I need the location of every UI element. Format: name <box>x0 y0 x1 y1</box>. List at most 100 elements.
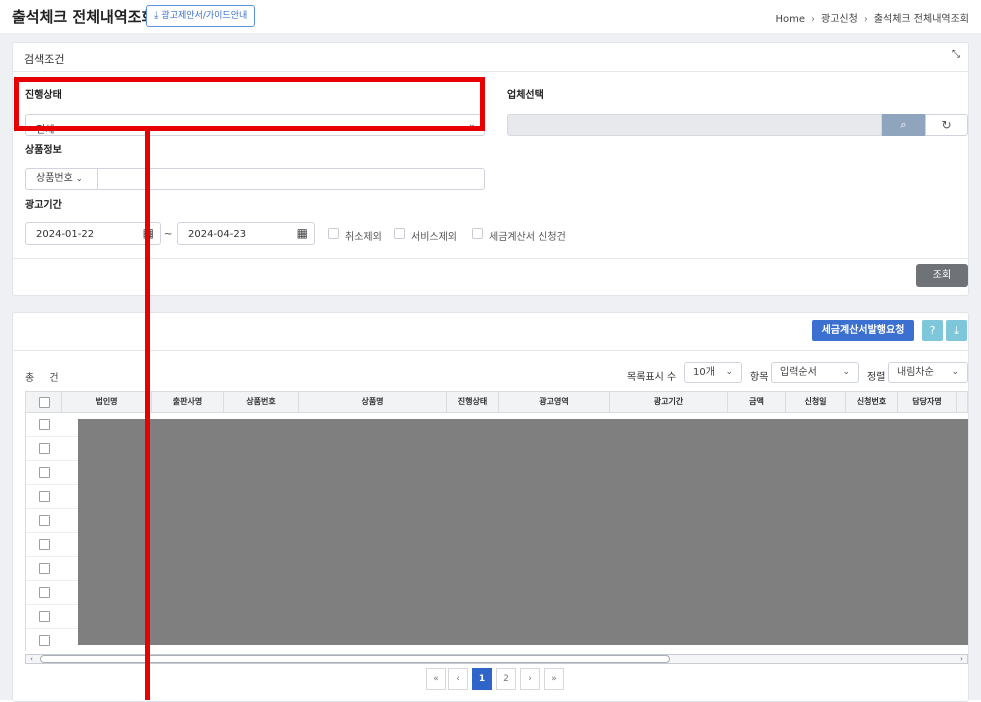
exclude-cancel-checkbox[interactable] <box>328 228 339 239</box>
exclude-cancel-label: 취소제외 <box>345 232 382 243</box>
tax-invoice-request-button[interactable]: 세금계산서발행요청 <box>812 320 914 341</box>
row-checkbox[interactable] <box>39 491 50 502</box>
product-search-input[interactable] <box>97 168 485 190</box>
page-size-select[interactable]: 10개 ⌄ <box>684 362 742 383</box>
chevron-down-icon: ⌄ <box>842 367 850 377</box>
guide-button-label: 광고제안서/가이드안내 <box>161 11 248 21</box>
highlight-box <box>14 77 485 131</box>
row-divider <box>26 508 79 509</box>
scrollbar-thumb[interactable] <box>40 655 670 663</box>
chevron-down-icon: ⌄ <box>76 174 83 183</box>
help-icon[interactable]: ? <box>922 320 943 341</box>
period-label: 광고기간 <box>25 200 62 211</box>
row-divider <box>26 484 79 485</box>
date-to-value: 2024-04-23 <box>188 229 247 240</box>
guide-download-button[interactable]: ⤓ 광고제안서/가이드안내 <box>146 5 256 27</box>
company-refresh-button[interactable]: ↻ <box>925 114 968 136</box>
sort-order-select[interactable]: 내림차순 ⌄ <box>888 362 968 383</box>
row-checkbox[interactable] <box>39 611 50 622</box>
search-panel-header: 검색조건 ⤡ <box>13 43 968 72</box>
company-label: 업체선택 <box>507 90 544 101</box>
refresh-icon: ↻ <box>941 118 952 132</box>
row-divider <box>26 580 79 581</box>
search-icon: ⌕ <box>900 118 907 131</box>
product-type-select[interactable]: 상품번호 ⌄ <box>25 168 97 190</box>
page-last-button[interactable]: » <box>544 668 564 690</box>
breadcrumb-home[interactable]: Home <box>775 14 805 25</box>
search-button[interactable]: 조회 <box>916 264 968 287</box>
tax-invoice-checkbox[interactable] <box>472 228 483 239</box>
column-header[interactable]: 상품명 <box>298 392 446 412</box>
sort-item-label: 항목 <box>750 372 769 383</box>
column-header[interactable]: 금액 <box>727 392 785 412</box>
breadcrumb-ad-request[interactable]: 광고신청 <box>821 14 858 25</box>
company-search-button[interactable]: ⌕ <box>882 114 925 136</box>
search-panel-divider <box>13 258 968 259</box>
page-size-value: 10개 <box>693 367 715 378</box>
row-divider <box>26 436 79 437</box>
calendar-icon[interactable]: ▦ <box>297 226 308 240</box>
horizontal-scrollbar[interactable]: ‹ › <box>25 654 968 664</box>
column-header[interactable]: 신청일 <box>785 392 845 412</box>
row-checkbox[interactable] <box>39 515 50 526</box>
chevron-down-icon: ⌄ <box>951 367 959 377</box>
collapse-icon[interactable]: ⤡ <box>952 49 960 60</box>
total-count: 총 건 <box>25 373 65 384</box>
row-checkbox[interactable] <box>39 467 50 478</box>
exclude-service-checkbox[interactable] <box>394 228 405 239</box>
breadcrumb: Home › 광고신청 › 출석체크 전체내역조회 <box>775 10 969 25</box>
column-header[interactable]: 광고기간 <box>609 392 727 412</box>
page-first-button[interactable]: « <box>426 668 446 690</box>
row-divider <box>26 460 79 461</box>
column-header[interactable]: 신청번호 <box>845 392 897 412</box>
date-separator: ~ <box>164 229 173 240</box>
product-label: 상품정보 <box>25 145 62 156</box>
column-header[interactable]: 광고영역 <box>498 392 609 412</box>
sort-item-value: 입력순서 <box>780 367 817 378</box>
page-next-button[interactable]: › <box>520 668 540 690</box>
tax-invoice-label: 세금계산서 신청건 <box>489 232 566 243</box>
date-from-value: 2024-01-22 <box>36 229 95 240</box>
column-header[interactable]: 담당자명 <box>897 392 956 412</box>
column-header[interactable]: 법인명 <box>61 392 151 412</box>
sort-order-label: 정렬 <box>867 372 886 383</box>
redacted-table-body <box>78 419 968 645</box>
column-header[interactable]: 출판사명 <box>151 392 223 412</box>
chevron-down-icon: ⌄ <box>725 367 733 377</box>
scroll-left-icon[interactable]: ‹ <box>26 655 37 663</box>
row-checkbox[interactable] <box>39 419 50 430</box>
row-checkbox[interactable] <box>39 563 50 574</box>
results-toolbar-divider <box>13 350 968 351</box>
page-title: 출석체크 전체내역조회 <box>12 8 156 26</box>
chevron-right-icon: › <box>863 14 868 25</box>
highlight-pointer-line <box>145 131 150 700</box>
scroll-right-icon[interactable]: › <box>956 655 967 663</box>
date-from-input[interactable]: 2024-01-22 ▦ <box>25 222 161 245</box>
download-icon[interactable]: ⤓ <box>946 320 967 341</box>
chevron-right-icon: › <box>811 14 815 25</box>
breadcrumb-current: 출석체크 전체내역조회 <box>873 14 969 25</box>
column-header[interactable]: 상품번호 <box>223 392 298 412</box>
exclude-service-label: 서비스제외 <box>411 232 457 243</box>
row-checkbox[interactable] <box>39 587 50 598</box>
sort-order-value: 내림차순 <box>897 367 934 378</box>
page-1-button[interactable]: 1 <box>472 668 492 690</box>
download-icon: ⤓ <box>154 10 159 21</box>
row-checkbox[interactable] <box>39 443 50 454</box>
column-header[interactable]: 진행상태 <box>446 392 498 412</box>
row-checkbox-column <box>25 413 79 651</box>
company-field[interactable] <box>507 114 882 136</box>
sort-item-select[interactable]: 입력순서 ⌄ <box>771 362 859 383</box>
date-to-input[interactable]: 2024-04-23 ▦ <box>177 222 315 245</box>
top-bar: 출석체크 전체내역조회 ⤓ 광고제안서/가이드안내 Home › 광고신청 › 출석체크 … <box>0 0 981 33</box>
row-checkbox[interactable] <box>39 539 50 550</box>
row-checkbox[interactable] <box>39 635 50 646</box>
page-prev-button[interactable]: ‹ <box>448 668 468 690</box>
column-header-overflow <box>956 392 967 412</box>
product-type-value: 상품번호 <box>36 173 73 184</box>
row-divider <box>26 628 79 629</box>
page-size-label: 목록표시 수 <box>627 372 677 383</box>
page-2-button[interactable]: 2 <box>496 668 516 690</box>
select-all-checkbox[interactable] <box>39 397 50 408</box>
results-panel: 세금계산서발행요청 ? ⤓ 총 건 목록표시 수 10개 ⌄ 항목 입력순서 ⌄ 정… <box>12 312 969 702</box>
